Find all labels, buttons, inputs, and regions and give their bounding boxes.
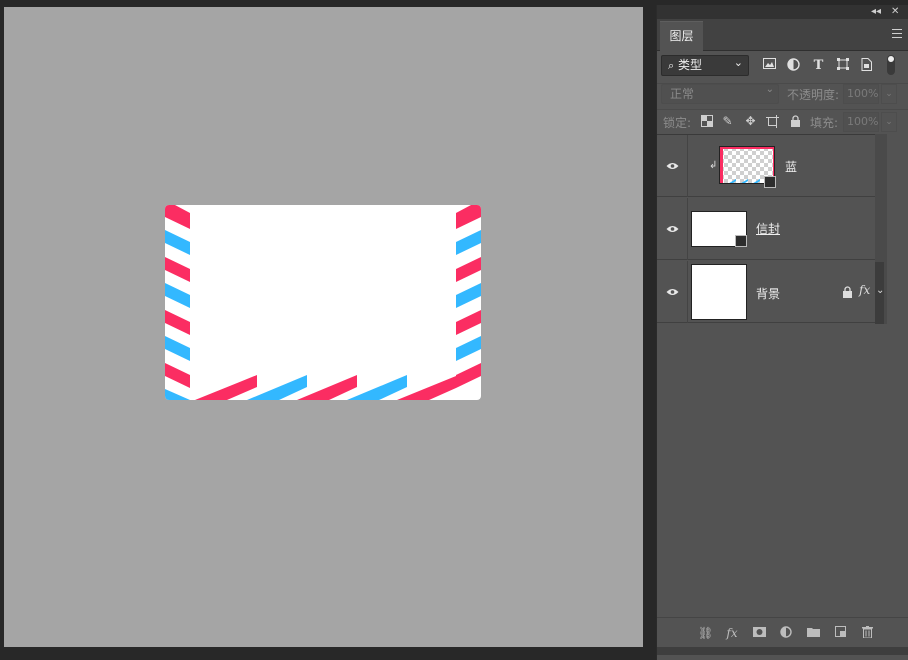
document-canvas[interactable] [4, 7, 643, 647]
fx-badge[interactable]: fx [859, 283, 870, 297]
chevron-down-icon: ⌄ [765, 84, 774, 95]
delete-layer-icon[interactable] [860, 626, 874, 640]
visibility-cell[interactable] [657, 135, 688, 197]
layers-bottom-toolbar: ⛓ fx [657, 617, 908, 647]
shape-layer-badge-icon [735, 235, 747, 247]
opacity-dropdown-icon[interactable]: ⌄ [881, 84, 897, 104]
layers-panel: ◂◂ ✕ 图层 ⌕ 类型 ⌄ T 正常 ⌄ 不透明度: 100% ⌄ 锁定: ✎… [656, 5, 908, 660]
blend-opacity-row: 正常 ⌄ 不透明度: 100% ⌄ [657, 83, 908, 105]
opacity-label: 不透明度: [787, 88, 840, 102]
photoshop-window: ◂◂ ✕ 图层 ⌕ 类型 ⌄ T 正常 ⌄ 不透明度: 100% ⌄ 锁定: ✎… [0, 0, 908, 660]
layer-name[interactable]: 信封 [756, 220, 780, 237]
panel-title-bar: ◂◂ ✕ [657, 5, 908, 19]
panel-tab-bar: 图层 [657, 19, 908, 51]
fill-label: 填充: [810, 116, 839, 130]
search-icon: ⌕ [668, 59, 675, 72]
clipping-arrow-icon: ↲ [709, 160, 718, 171]
fill-input[interactable]: 100% [843, 112, 879, 132]
shape-filter-icon[interactable] [835, 58, 850, 73]
link-layers-icon[interactable]: ⛓ [698, 626, 713, 640]
layer-name[interactable]: 背景 [756, 285, 780, 302]
opacity-input[interactable]: 100% [843, 84, 879, 104]
type-filter-icon[interactable]: T [811, 58, 826, 73]
envelope-stripes [165, 205, 481, 400]
fill-dropdown-icon[interactable]: ⌄ [881, 112, 897, 132]
smart-object-filter-icon[interactable] [859, 58, 874, 73]
eye-icon[interactable] [666, 162, 679, 170]
filter-toggle-switch[interactable] [887, 55, 895, 75]
eye-icon[interactable] [666, 288, 679, 296]
collapse-panel-icon[interactable]: ◂◂ [871, 5, 881, 19]
lock-fill-row: 锁定: ✎ ✥ 填充: 100% ⌄ [657, 109, 908, 133]
smart-object-badge-icon [764, 176, 776, 188]
blend-mode-select[interactable]: 正常 ⌄ [661, 84, 779, 104]
blend-mode-value: 正常 [670, 87, 695, 101]
lock-label: 锁定: [663, 116, 692, 130]
layer-row-envelope[interactable]: 信封 [657, 198, 887, 260]
eye-icon[interactable] [666, 225, 679, 233]
lock-artboard-icon[interactable] [766, 115, 779, 128]
lock-transparent-pixels-icon[interactable] [700, 115, 713, 128]
layer-filter-row: ⌕ 类型 ⌄ T [657, 55, 908, 79]
lock-image-pixels-icon[interactable]: ✎ [721, 115, 734, 128]
layer-name[interactable]: 蓝 [785, 158, 797, 175]
visibility-cell[interactable] [657, 261, 688, 323]
expand-effects-icon[interactable]: ⌄ [876, 285, 884, 296]
chevron-down-icon: ⌄ [733, 56, 743, 69]
envelope-artwork [165, 205, 481, 400]
visibility-cell[interactable] [657, 198, 688, 260]
layer-thumbnail [691, 264, 747, 320]
bottom-stripes [195, 375, 456, 400]
tab-layers[interactable]: 图层 [660, 21, 703, 51]
left-stripes [165, 205, 190, 400]
close-panel-icon[interactable]: ✕ [891, 5, 899, 19]
right-stripes [456, 205, 481, 388]
adjustment-layer-icon[interactable] [779, 626, 793, 640]
layer-row-background[interactable]: 背景 fx [657, 261, 887, 323]
layer-row-blue[interactable]: ↲ 蓝 [657, 135, 887, 197]
lock-all-icon[interactable] [789, 115, 802, 128]
filter-type-label: 类型 [678, 58, 703, 72]
new-layer-icon[interactable] [833, 626, 847, 640]
layers-list: ↲ 蓝 信封 背景 fx [657, 134, 887, 324]
lock-position-icon[interactable]: ✥ [744, 115, 757, 128]
fx-icon[interactable]: fx [725, 626, 739, 640]
add-mask-icon[interactable] [752, 626, 766, 640]
filter-type-select[interactable]: ⌕ 类型 ⌄ [661, 55, 749, 76]
panel-resize-grip[interactable] [657, 647, 908, 655]
lock-icon [842, 286, 853, 301]
adjustment-filter-icon[interactable] [786, 58, 801, 73]
new-group-icon[interactable] [806, 626, 820, 640]
image-filter-icon[interactable] [762, 58, 777, 73]
panel-menu-icon[interactable] [892, 29, 902, 38]
